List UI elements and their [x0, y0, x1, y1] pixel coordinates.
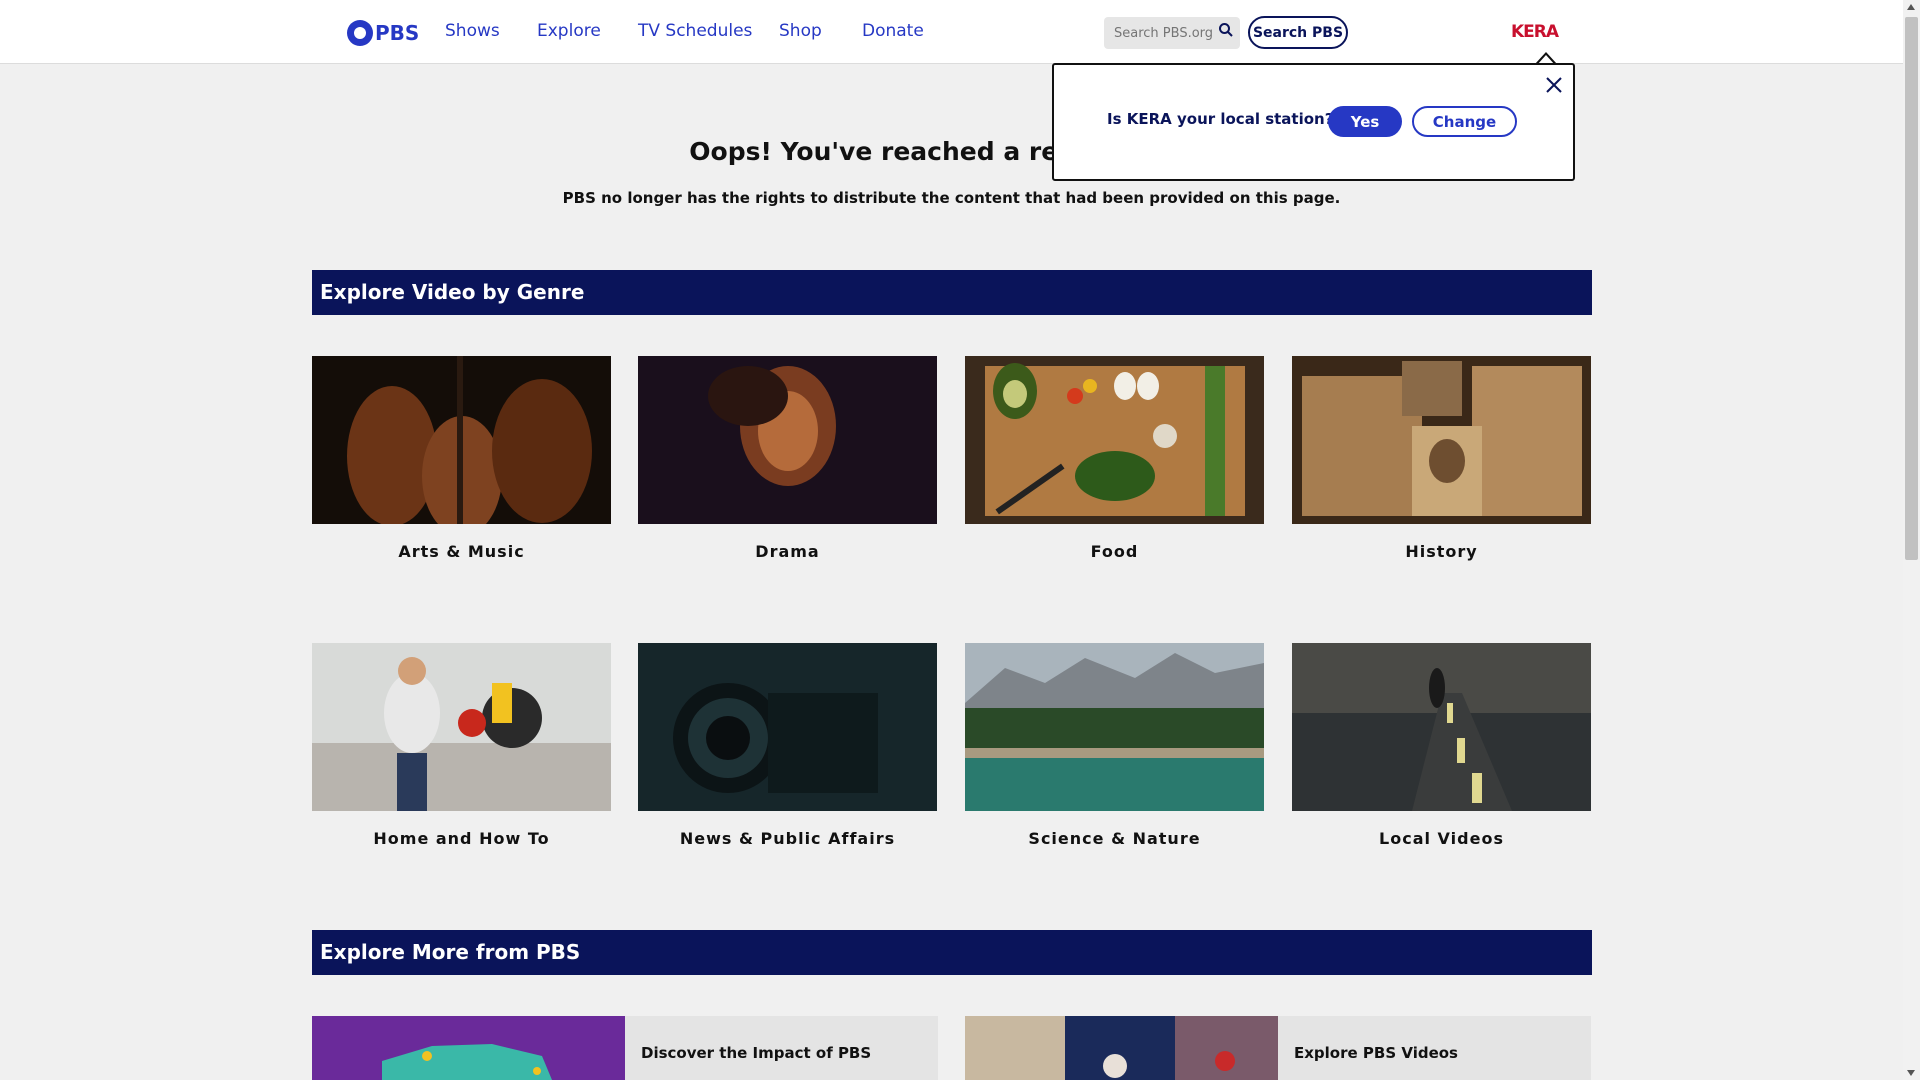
more-section-heading: Explore More from PBS — [312, 930, 1592, 975]
genre-label: News & Public Affairs — [679, 829, 896, 848]
page-title: Oops! You've reached a retired page. — [689, 137, 1214, 166]
science-nature-thumbnail — [965, 643, 1264, 811]
genre-section-heading: Explore Video by Genre — [312, 270, 1592, 315]
genre-label: Drama — [755, 542, 820, 561]
pbs-head-icon — [347, 20, 373, 46]
arts-music-thumbnail — [312, 356, 611, 524]
local-station-popup: Is KERA your local station? Yes Change — [1052, 63, 1575, 181]
scroll-up-icon[interactable] — [1907, 4, 1915, 10]
genre-label: Food — [1090, 542, 1139, 561]
search-icon[interactable] — [1218, 22, 1234, 38]
more-card-videos[interactable]: Explore PBS Videos — [965, 1016, 1591, 1080]
pbs-logo-text: PBS — [375, 21, 420, 45]
nav-shows[interactable]: Shows — [445, 21, 500, 41]
genre-label: Home and How To — [373, 829, 550, 848]
genre-card-science-nature[interactable]: Science & Nature — [965, 643, 1264, 848]
genre-card-drama[interactable]: Drama — [638, 356, 937, 561]
nav-shop[interactable]: Shop — [779, 21, 822, 41]
genre-label: Arts & Music — [398, 542, 525, 561]
nav-tv-schedules[interactable]: TV Schedules — [638, 21, 752, 41]
genre-card-local-videos[interactable]: Local Videos — [1292, 643, 1591, 848]
nav-explore[interactable]: Explore — [537, 21, 601, 41]
genre-label: Local Videos — [1379, 829, 1504, 848]
genre-card-arts-music[interactable]: Arts & Music — [312, 356, 611, 561]
pbs-videos-thumbnail — [965, 1016, 1278, 1080]
search-pbs-button[interactable]: Search PBS — [1248, 16, 1348, 49]
genre-card-food[interactable]: Food — [965, 356, 1264, 561]
news-public-affairs-thumbnail — [638, 643, 937, 811]
scroll-down-icon[interactable] — [1907, 1070, 1915, 1076]
genre-card-news-public-affairs[interactable]: News & Public Affairs — [638, 643, 937, 848]
home-how-to-thumbnail — [312, 643, 611, 811]
page-subtitle: PBS no longer has the rights to distribu… — [562, 189, 1341, 207]
impact-map-thumbnail — [312, 1016, 625, 1080]
more-card-label: Discover the Impact of PBS — [641, 1044, 872, 1062]
close-icon[interactable] — [1544, 75, 1564, 95]
food-thumbnail — [965, 356, 1264, 524]
genre-label: History — [1405, 542, 1478, 561]
scroll-thumb[interactable] — [1905, 17, 1918, 560]
local-videos-thumbnail — [1292, 643, 1591, 811]
confirm-station-button[interactable]: Yes — [1328, 106, 1402, 137]
station-question: Is KERA your local station? — [1107, 110, 1334, 128]
genre-label: Science & Nature — [1028, 829, 1201, 848]
history-thumbnail — [1292, 356, 1591, 524]
pbs-logo[interactable]: PBS — [347, 19, 419, 47]
site-header: PBS Shows Explore TV Schedules Shop Dona… — [0, 0, 1903, 64]
genre-card-history[interactable]: History — [1292, 356, 1591, 561]
nav-donate[interactable]: Donate — [862, 21, 924, 41]
drama-thumbnail — [638, 356, 937, 524]
more-card-label: Explore PBS Videos — [1294, 1044, 1458, 1062]
change-station-button[interactable]: Change — [1412, 106, 1517, 137]
genre-card-home-how-to[interactable]: Home and How To — [312, 643, 611, 848]
station-logo[interactable]: KERA — [1511, 22, 1559, 42]
more-card-impact[interactable]: Discover the Impact of PBS — [312, 1016, 938, 1080]
page-scrollbar[interactable] — [1903, 0, 1920, 1080]
